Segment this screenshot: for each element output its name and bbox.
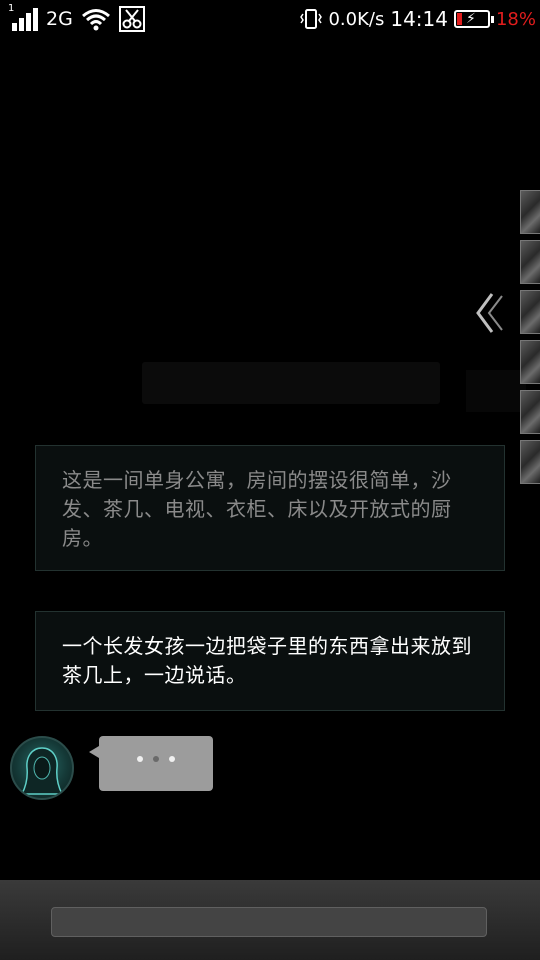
narration-box: 一个长发女孩一边把袋子里的东西拿出来放到茶几上，一边说话。: [35, 611, 505, 711]
background-panel: [142, 362, 440, 404]
background-panel-right: [466, 370, 526, 412]
avatar[interactable]: [10, 736, 74, 800]
scissors-icon: [118, 6, 145, 32]
narration-box: 这是一间单身公寓，房间的摆设很简单，沙发、茶几、电视、衣柜、床以及开放式的厨房。: [35, 445, 505, 571]
side-thumbnail[interactable]: [520, 190, 540, 234]
network-type: 2G: [46, 8, 73, 30]
bottom-bar: [0, 880, 540, 960]
side-thumbnail[interactable]: [520, 240, 540, 284]
typing-dots-icon: [99, 756, 213, 762]
silhouette-icon: [20, 747, 64, 795]
battery-percent: 18%: [495, 8, 536, 30]
signal-icon: 1: [8, 3, 38, 31]
side-thumbnail-list: [520, 190, 540, 490]
side-thumbnail[interactable]: [520, 390, 540, 434]
sim-slot-label: 1: [8, 3, 15, 14]
status-left: 1 2G: [8, 3, 145, 32]
clock: 14:14: [390, 7, 448, 31]
chat-bubble: [89, 736, 213, 791]
chevron-left-icon[interactable]: [472, 290, 512, 336]
vibrate-icon: [300, 9, 323, 29]
side-thumbnail[interactable]: [520, 340, 540, 384]
network-speed: 0.0K/s: [328, 8, 385, 30]
message-input[interactable]: [51, 907, 487, 937]
side-thumbnail[interactable]: [520, 290, 540, 334]
battery-charging-icon: ⚡: [453, 10, 494, 28]
status-right: 0.0K/s 14:14 ⚡ 18%: [300, 6, 536, 32]
status-bar: 1 2G 0.0K/s 14:14 ⚡ 18%: [0, 0, 540, 38]
side-thumbnail[interactable]: [520, 440, 540, 484]
wifi-icon: [81, 9, 110, 31]
